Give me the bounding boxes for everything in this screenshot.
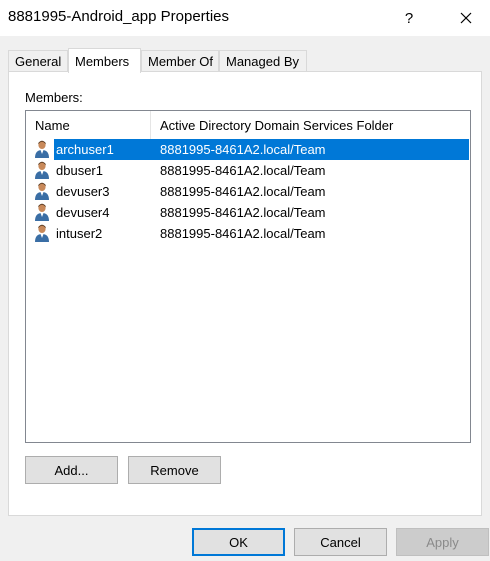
members-label: Members: [25, 90, 83, 105]
member-folder: 8881995-8461A2.local/Team [160, 205, 326, 220]
user-icon [35, 224, 49, 242]
tab-general[interactable]: General [8, 50, 68, 72]
list-rows: archuser1 8881995-8461A2.local/Team dbuser… [26, 139, 470, 244]
help-button[interactable]: ? [386, 0, 432, 36]
member-folder: 8881995-8461A2.local/Team [160, 226, 326, 241]
list-item[interactable]: devuser3 8881995-8461A2.local/Team [26, 181, 470, 202]
user-icon [35, 140, 49, 158]
ok-button[interactable]: OK [192, 528, 285, 556]
list-header: Name Active Directory Domain Services Fo… [26, 111, 470, 139]
tab-managed-by[interactable]: Managed By [219, 50, 307, 72]
tab-members[interactable]: Members [68, 48, 141, 73]
column-header-folder[interactable]: Active Directory Domain Services Folder [151, 111, 470, 139]
close-icon [460, 12, 472, 24]
member-name: intuser2 [56, 226, 103, 241]
add-button[interactable]: Add... [25, 456, 118, 484]
user-icon [35, 182, 49, 200]
member-folder: 8881995-8461A2.local/Team [160, 142, 326, 157]
list-item[interactable]: intuser2 8881995-8461A2.local/Team [26, 223, 470, 244]
member-name: devuser4 [56, 205, 110, 220]
close-button[interactable] [443, 0, 489, 36]
member-name: dbuser1 [56, 163, 103, 178]
member-name: archuser1 [54, 139, 116, 160]
list-item[interactable]: devuser4 8881995-8461A2.local/Team [26, 202, 470, 223]
members-panel: Members: Name Active Directory Domain Se… [8, 71, 482, 516]
list-item[interactable]: dbuser1 8881995-8461A2.local/Team [26, 160, 470, 181]
title-bar: 8881995-Android_app Properties ? [0, 0, 490, 36]
window-title: 8881995-Android_app Properties [8, 8, 229, 25]
member-name: devuser3 [56, 184, 110, 199]
remove-button[interactable]: Remove [128, 456, 221, 484]
member-folder: 8881995-8461A2.local/Team [160, 184, 326, 199]
user-icon [35, 161, 49, 179]
dialog-body: General Members Member Of Managed By Mem… [0, 36, 490, 561]
apply-button[interactable]: Apply [396, 528, 489, 556]
member-folder: 8881995-8461A2.local/Team [160, 163, 326, 178]
help-icon: ? [404, 9, 414, 27]
user-icon [35, 203, 49, 221]
members-list[interactable]: Name Active Directory Domain Services Fo… [25, 110, 471, 443]
tab-member-of[interactable]: Member Of [141, 50, 219, 72]
cancel-button[interactable]: Cancel [294, 528, 387, 556]
list-item[interactable]: archuser1 8881995-8461A2.local/Team [26, 139, 470, 160]
column-header-name[interactable]: Name [26, 111, 151, 139]
